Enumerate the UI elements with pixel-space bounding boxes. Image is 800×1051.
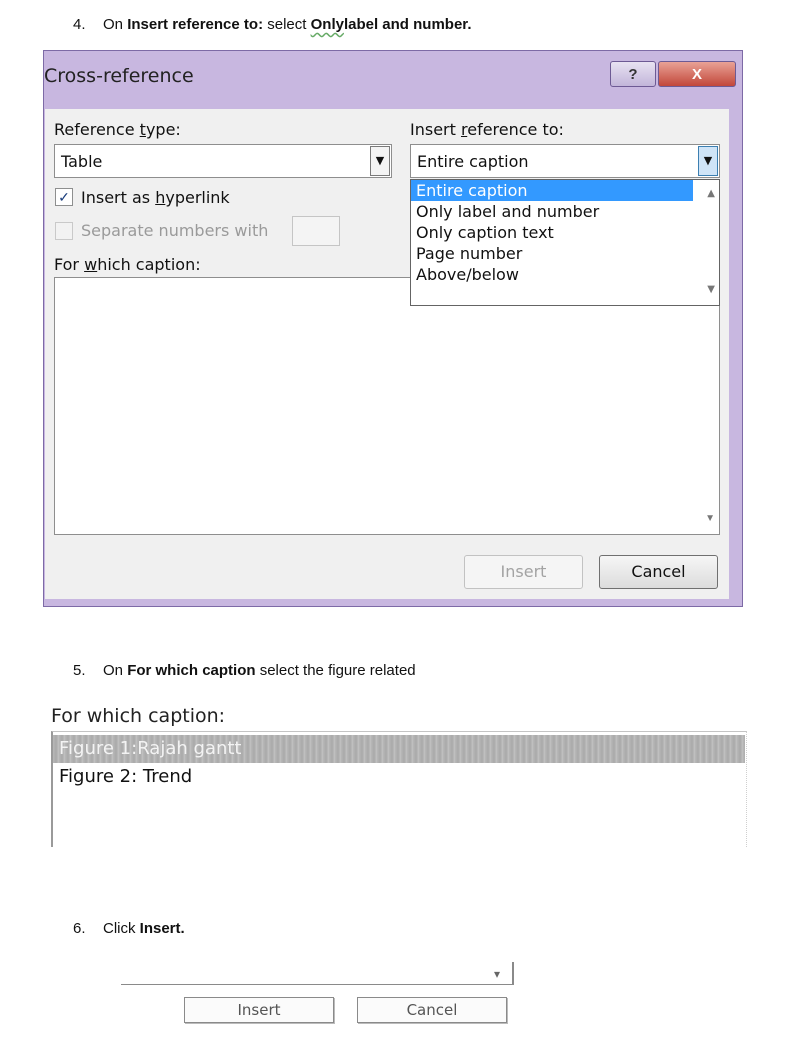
insert-reference-label: Insert reference to: (410, 120, 564, 139)
dropdown-option[interactable]: Above/below (411, 264, 693, 285)
insert-as-hyperlink-checkbox[interactable]: ✓ (55, 188, 73, 206)
help-icon: ? (628, 65, 638, 83)
dropdown-option[interactable]: Only label and number (411, 201, 693, 222)
cancel-button[interactable]: Cancel (599, 555, 718, 589)
dialog-title: Cross-reference (44, 65, 194, 87)
step-5-instruction: 5. On For which caption select the figure… (73, 662, 416, 679)
dropdown-option[interactable]: Only caption text (411, 222, 693, 243)
step-number: 4. (73, 16, 86, 33)
step-6-instruction: 6. Click Insert. (73, 920, 185, 937)
insert-button[interactable]: Insert (464, 555, 583, 589)
separate-numbers-checkbox[interactable] (55, 222, 73, 240)
for-which-caption-label: For which caption: (54, 255, 201, 274)
close-icon: X (691, 65, 702, 83)
dropdown-option[interactable]: Entire caption (411, 180, 693, 201)
close-button[interactable]: X (658, 61, 736, 87)
insert-reference-dropdown: Entire caption Only label and number Onl… (410, 179, 720, 306)
step-number: 6. (73, 920, 86, 937)
scroll-down-icon[interactable]: ▼ (705, 513, 715, 524)
list-item[interactable]: Figure 2: Trend (59, 766, 192, 787)
reference-type-label: Reference type: (54, 120, 181, 139)
insert-as-hyperlink-label: Insert as hyperlink (81, 188, 230, 207)
scan-listbox-edge: ▾ (121, 962, 514, 985)
chevron-down-icon[interactable]: ▼ (370, 146, 390, 176)
reference-type-value: Table (61, 152, 103, 171)
scan-cancel-button[interactable]: Cancel (357, 997, 507, 1023)
caption-listbox[interactable]: ▼ (54, 277, 720, 535)
scan-insert-button[interactable]: Insert (184, 997, 334, 1023)
scan-caption-label: For which caption: (51, 705, 226, 727)
chevron-down-icon: ▾ (493, 967, 500, 981)
insert-reference-select[interactable]: Entire caption ▼ (410, 144, 720, 178)
insert-reference-value: Entire caption (417, 152, 529, 171)
separate-numbers-label: Separate numbers with (81, 221, 269, 240)
step-number: 5. (73, 662, 86, 679)
dropdown-option[interactable]: Page number (411, 243, 693, 264)
chevron-down-icon[interactable]: ▼ (698, 146, 718, 176)
step-4-instruction: 4. On Insert reference to: select Onlylab… (73, 16, 472, 33)
help-button[interactable]: ? (610, 61, 656, 87)
reference-type-select[interactable]: Table ▼ (54, 144, 392, 178)
scan-caption-listbox[interactable]: Figure 1:Rajah gantt Figure 2: Trend (51, 731, 747, 847)
scroll-down-icon[interactable]: ▼ (707, 284, 715, 295)
separator-input[interactable] (292, 216, 340, 246)
list-item[interactable]: Figure 1:Rajah gantt (53, 735, 745, 763)
scroll-up-icon[interactable]: ▲ (707, 188, 715, 199)
